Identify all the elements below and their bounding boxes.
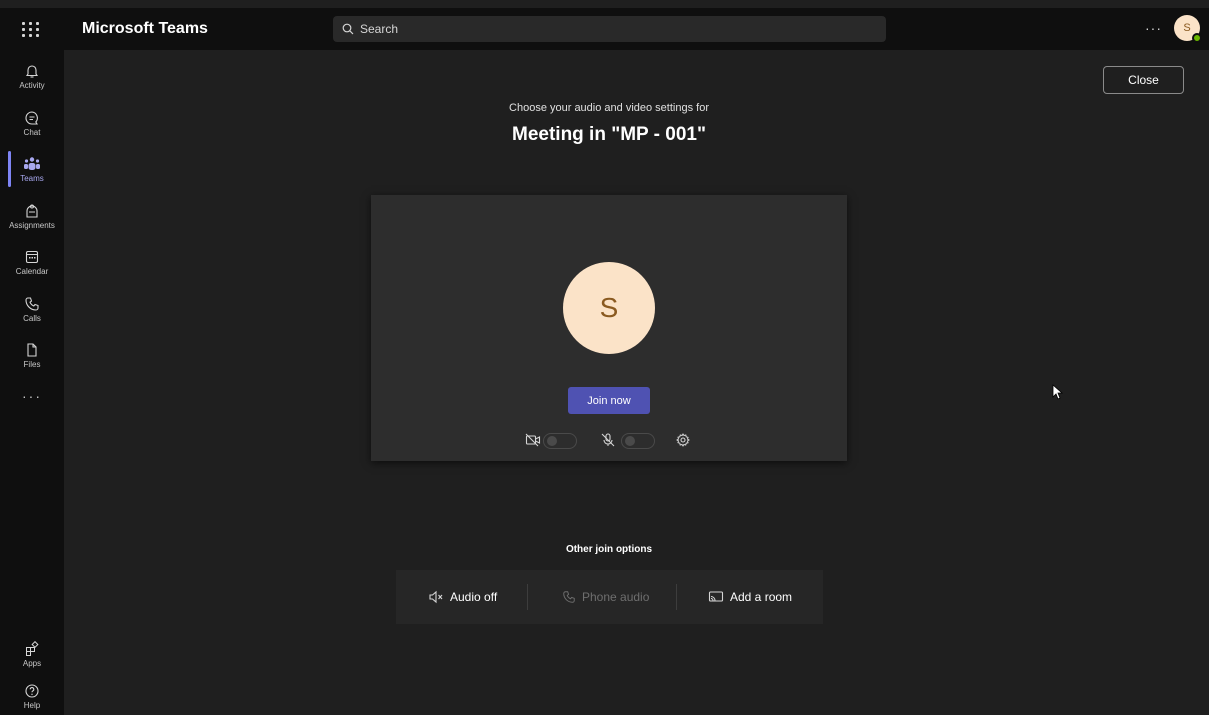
profile-avatar[interactable]: S — [1174, 15, 1202, 43]
audio-off-label: Audio off — [450, 590, 498, 604]
chat-icon — [25, 110, 38, 125]
rail-item-activity[interactable]: Activity — [0, 54, 64, 98]
bell-icon — [25, 64, 39, 78]
user-avatar: S — [563, 262, 655, 354]
rail-item-label: Calendar — [15, 266, 49, 276]
help-icon — [25, 683, 39, 698]
option-divider — [527, 584, 528, 610]
cast-screen-icon — [708, 591, 724, 602]
phone-audio-option: Phone audio — [562, 570, 649, 624]
toggle-knob — [547, 436, 557, 446]
rail-item-label: Help — [23, 700, 41, 710]
phone-audio-label: Phone audio — [582, 590, 650, 604]
app-bar: Activity Chat Teams Assignments Calendar… — [0, 50, 64, 715]
device-controls — [371, 431, 847, 451]
prejoin-subtitle: Choose your audio and video settings for — [509, 102, 709, 114]
rail-item-label: Calls — [23, 313, 41, 323]
rail-item-label: Assignments — [9, 220, 55, 230]
title-bar: Microsoft Teams Search ··· S — [0, 8, 1209, 50]
phone-icon — [25, 296, 39, 311]
rail-item-help[interactable]: Help — [0, 674, 64, 715]
device-settings-icon[interactable] — [676, 433, 690, 447]
close-button[interactable]: Close — [1103, 66, 1184, 94]
search-input[interactable]: Search — [333, 16, 886, 42]
speaker-muted-icon — [429, 590, 443, 604]
toggle-knob — [625, 436, 635, 446]
rail-item-label: Apps — [22, 658, 42, 668]
more-apps-icon[interactable]: ··· — [0, 388, 64, 404]
other-join-options-title: Other join options — [565, 544, 653, 555]
assignments-icon — [26, 204, 38, 218]
search-placeholder: Search — [360, 22, 399, 36]
rail-item-label: Teams — [20, 173, 44, 183]
presence-available-icon — [1192, 33, 1202, 43]
rail-item-files[interactable]: Files — [0, 333, 64, 377]
more-options-icon[interactable]: ··· — [1145, 20, 1162, 36]
rail-item-teams[interactable]: Teams — [0, 147, 64, 191]
rail-item-label: Chat — [23, 127, 41, 137]
option-divider — [676, 584, 677, 610]
rail-item-assignments[interactable]: Assignments — [0, 194, 64, 238]
calendar-icon — [25, 250, 39, 263]
apps-icon — [26, 640, 39, 656]
mic-off-icon — [601, 433, 615, 447]
search-icon — [342, 23, 354, 35]
mic-toggle[interactable] — [621, 433, 655, 449]
add-room-option[interactable]: Add a room — [708, 570, 792, 624]
app-title: Microsoft Teams — [82, 20, 208, 37]
camera-toggle[interactable] — [543, 433, 577, 449]
camera-off-icon — [525, 433, 541, 447]
meeting-title: Meeting in "MP - 001" — [512, 124, 706, 145]
user-avatar-initial: S — [599, 292, 619, 323]
other-join-options: Audio off Phone audio Add a room — [396, 570, 823, 624]
rail-item-label: Files — [23, 359, 41, 369]
phone-icon — [563, 591, 575, 603]
rail-item-chat[interactable]: Chat — [0, 101, 64, 145]
join-now-button[interactable]: Join now — [568, 387, 650, 414]
video-preview-panel: S Join now — [371, 195, 847, 461]
teams-window: Microsoft Teams Search ··· S Activity Ch… — [0, 0, 1209, 715]
profile-avatar-initial: S — [1183, 22, 1191, 34]
rail-item-calendar[interactable]: Calendar — [0, 240, 64, 284]
rail-item-label: Activity — [19, 80, 45, 90]
app-launcher-icon[interactable] — [20, 18, 42, 40]
audio-off-option[interactable]: Audio off — [428, 570, 497, 624]
mouse-pointer-icon — [1052, 384, 1064, 400]
teams-icon — [24, 156, 40, 170]
rail-item-calls[interactable]: Calls — [0, 287, 64, 331]
add-room-label: Add a room — [730, 590, 793, 604]
file-icon — [27, 342, 37, 357]
rail-item-apps[interactable]: Apps — [0, 632, 64, 676]
